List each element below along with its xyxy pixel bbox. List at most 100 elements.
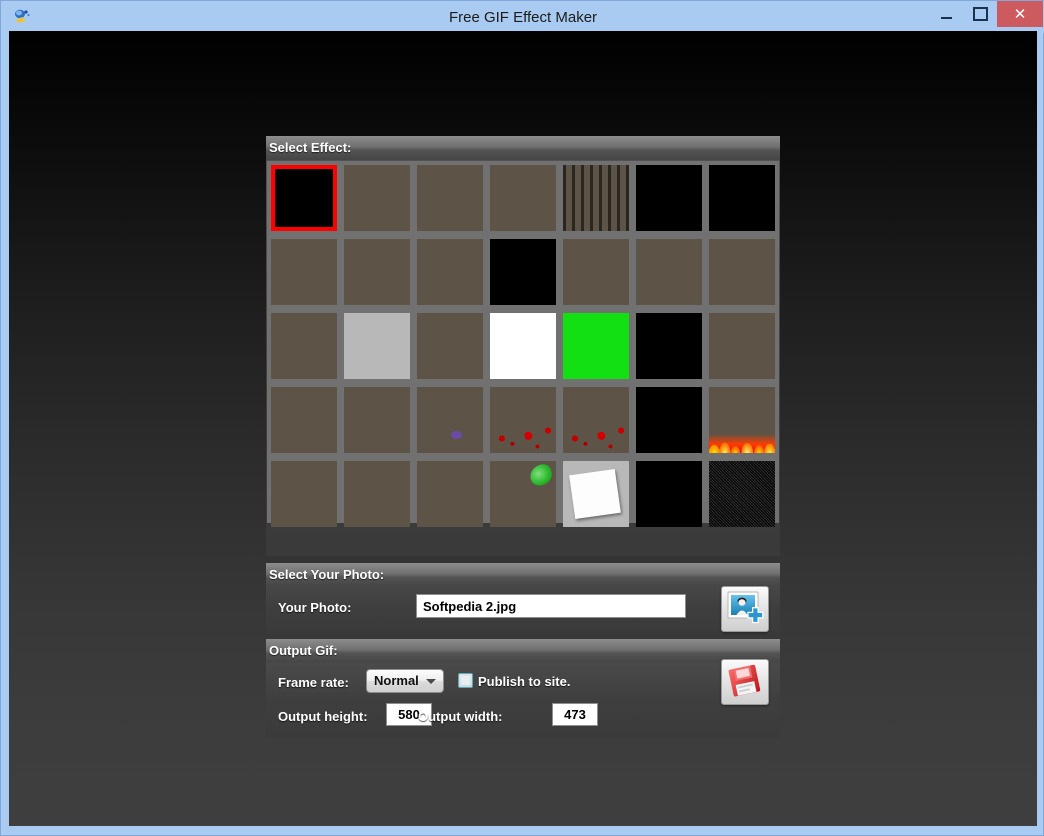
close-icon: ✕ xyxy=(1013,6,1027,23)
window-title: Free GIF Effect Maker xyxy=(448,9,598,26)
frame-rate-value: Normal xyxy=(374,673,419,688)
publish-to-site-checkbox[interactable] xyxy=(458,673,473,688)
browse-photo-button[interactable] xyxy=(721,586,769,632)
frame-rate-select[interactable]: Normal xyxy=(366,669,444,693)
effect-thumbnail-puzzle-pieces[interactable] xyxy=(636,461,702,527)
koala-image xyxy=(344,165,410,231)
thumbnail-inner xyxy=(417,165,483,231)
effect-thumbnail-emboss[interactable] xyxy=(344,313,410,379)
letterbox-bars xyxy=(490,239,556,305)
output-width-input[interactable] xyxy=(552,703,598,726)
inset-frame xyxy=(278,172,330,224)
koala-image xyxy=(271,461,337,527)
close-button[interactable]: ✕ xyxy=(997,1,1043,27)
frame-rate-label: Frame rate: xyxy=(278,675,349,690)
koala-image xyxy=(636,239,702,305)
effect-thumbnail-zoom-crop[interactable] xyxy=(271,461,337,527)
koala-image xyxy=(278,172,330,224)
thumbnail-inner xyxy=(490,239,556,305)
effect-thumbnail-purple-spot[interactable] xyxy=(417,387,483,453)
your-photo-label: Your Photo: xyxy=(278,600,352,615)
effect-thumbnail-sharpen[interactable] xyxy=(271,313,337,379)
effect-thumbnail-grayscale[interactable] xyxy=(417,165,483,231)
thumbnail-inner xyxy=(490,313,556,379)
window-controls: ✕ xyxy=(929,1,1043,31)
thumbnail-inner xyxy=(490,387,556,453)
photo-path-input[interactable] xyxy=(416,594,686,618)
blood-spots xyxy=(563,387,629,453)
effect-thumbnail-horizontal-squash[interactable] xyxy=(709,165,775,231)
thumbnail-inner xyxy=(636,461,702,527)
thumbnail-inner xyxy=(490,165,556,231)
maximize-button[interactable] xyxy=(963,1,997,27)
koala-image xyxy=(304,239,337,305)
effect-thumbnail-motion-trail-strips[interactable] xyxy=(563,165,629,231)
mirrored-half xyxy=(344,494,410,527)
effect-thumbnail-original[interactable] xyxy=(344,165,410,231)
effect-thumbnail-polaroid-frame[interactable] xyxy=(563,461,629,527)
thumbnail-inner xyxy=(344,165,410,231)
effect-thumbnail-brighten[interactable] xyxy=(709,313,775,379)
thumbnail-inner xyxy=(344,239,410,305)
effect-thumbnail-cutout-white[interactable] xyxy=(490,313,556,379)
select-photo-header: Select Your Photo: xyxy=(266,563,780,587)
application-window: Free GIF Effect Maker ✕ SOFTPEDIA www.so… xyxy=(0,0,1044,836)
effect-thumbnail-fade-to-black[interactable] xyxy=(636,387,702,453)
effect-thumbnail-shrink-to-center[interactable] xyxy=(636,165,702,231)
save-gif-button[interactable] xyxy=(721,659,769,705)
minimize-icon xyxy=(929,1,963,27)
koala-image xyxy=(563,239,629,305)
thumbnail-inner xyxy=(709,165,775,231)
effect-thumbnail-mirror-blend[interactable] xyxy=(271,387,337,453)
flame-overlay xyxy=(709,434,775,453)
effect-thumbnail-blood-drops[interactable] xyxy=(490,387,556,453)
output-gif-header: Output Gif: xyxy=(266,639,780,663)
effect-thumbnail-zoom-in-black-frame[interactable] xyxy=(271,165,337,231)
noise-overlay xyxy=(709,461,775,527)
effect-thumbnail-grid xyxy=(271,165,779,529)
effect-thumbnail-desaturate[interactable] xyxy=(709,239,775,305)
effect-thumbnail-mirror-horizontal[interactable] xyxy=(271,239,337,305)
koala-image xyxy=(304,387,337,453)
koala-image xyxy=(656,185,682,211)
thumbnail-inner xyxy=(709,239,775,305)
effect-thumbnail-kaleidoscope[interactable] xyxy=(344,461,410,527)
effect-thumbnail-vertical-band[interactable] xyxy=(636,313,702,379)
effect-thumbnail-noise-grain[interactable] xyxy=(709,461,775,527)
effect-thumbnail-area xyxy=(267,161,779,527)
koala-image xyxy=(563,313,629,379)
frame-rate-row: Frame rate: Normal Publish to site. xyxy=(266,669,780,697)
thumbnail-inner xyxy=(490,461,556,527)
select-photo-panel: Select Your Photo: Your Photo: xyxy=(266,563,780,634)
thumbnail-inner xyxy=(636,313,702,379)
photo-row: Your Photo: xyxy=(266,586,780,632)
effect-thumbnail-letterbox-bars[interactable] xyxy=(490,239,556,305)
effect-thumbnail-soft-gray[interactable] xyxy=(490,165,556,231)
effect-thumbnail-slide-left[interactable] xyxy=(344,239,410,305)
effect-thumbnail-soft-focus[interactable] xyxy=(417,239,483,305)
effect-thumbnail-silver-tone[interactable] xyxy=(417,461,483,527)
effect-thumbnail-black-white[interactable] xyxy=(344,387,410,453)
thumbnail-inner xyxy=(563,387,629,453)
motion-strips xyxy=(563,165,629,231)
select-effect-panel: Select Effect: xyxy=(266,136,780,556)
effect-thumbnail-green-tint[interactable] xyxy=(563,313,629,379)
inset-frame xyxy=(656,185,682,211)
thumbnail-inner xyxy=(417,239,483,305)
thumbnail-inner xyxy=(271,313,337,379)
maximize-icon xyxy=(963,1,997,27)
thumbnail-inner xyxy=(271,461,337,527)
effect-thumbnail-leaf-overlay[interactable] xyxy=(490,461,556,527)
thumbnail-inner xyxy=(709,313,775,379)
effect-thumbnail-slide-right[interactable] xyxy=(636,239,702,305)
effect-thumbnail-blood-drops-strong[interactable] xyxy=(563,387,629,453)
title-bar: Free GIF Effect Maker ✕ xyxy=(1,1,1044,33)
effect-thumbnail-pixelate[interactable] xyxy=(417,313,483,379)
effect-thumbnail-burning-flames[interactable] xyxy=(709,387,775,453)
koala-image xyxy=(490,165,556,231)
minimize-button[interactable] xyxy=(929,1,963,27)
thumbnail-inner xyxy=(563,165,629,231)
blood-spots xyxy=(490,387,556,453)
effect-thumbnail-blur[interactable] xyxy=(563,239,629,305)
koala-image xyxy=(417,461,483,527)
